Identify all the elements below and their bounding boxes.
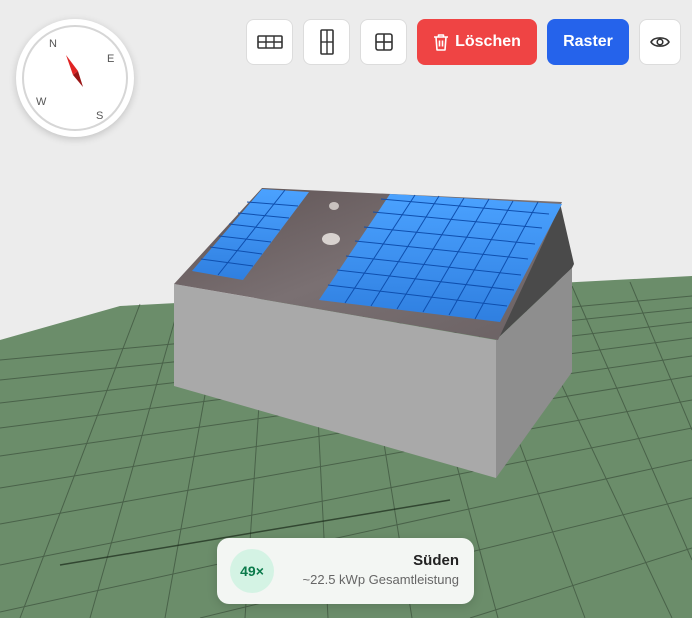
compass-west-label: W [36, 96, 47, 108]
panel-portrait-icon [319, 29, 334, 55]
grid-button[interactable] [360, 19, 407, 65]
delete-label: Löschen [455, 33, 521, 50]
roof-vent [329, 202, 339, 210]
delete-button[interactable]: Löschen [417, 19, 537, 65]
grid-icon [374, 33, 393, 51]
panel-portrait-button[interactable] [303, 19, 350, 65]
compass-east-label: E [107, 53, 114, 65]
compass[interactable]: N E S W [16, 19, 134, 137]
raster-label: Raster [563, 33, 613, 50]
view-toggle-button[interactable] [639, 19, 681, 65]
trash-icon [434, 34, 449, 51]
roof-vent [322, 233, 340, 245]
compass-rose: N E S W [36, 38, 114, 122]
compass-south-label: S [96, 110, 103, 122]
toolbar: Löschen Raster [246, 19, 681, 65]
total-power-label: ~22.5 kWp Gesamtleistung [302, 572, 459, 587]
summary-card: 49× Süden ~22.5 kWp Gesamtleistung [217, 538, 474, 604]
compass-north-label: N [49, 38, 57, 50]
panel-landscape-icon [256, 35, 283, 49]
orientation-label: Süden [413, 552, 459, 569]
compass-needle-icon [66, 55, 78, 75]
viewport-3d[interactable]: N E S W Löschen Raster 49× Süden ~22.5 k… [0, 0, 692, 618]
panel-landscape-button[interactable] [246, 19, 293, 65]
eye-icon [650, 37, 670, 47]
raster-button[interactable]: Raster [547, 19, 629, 65]
panel-count-badge: 49× [230, 549, 274, 593]
